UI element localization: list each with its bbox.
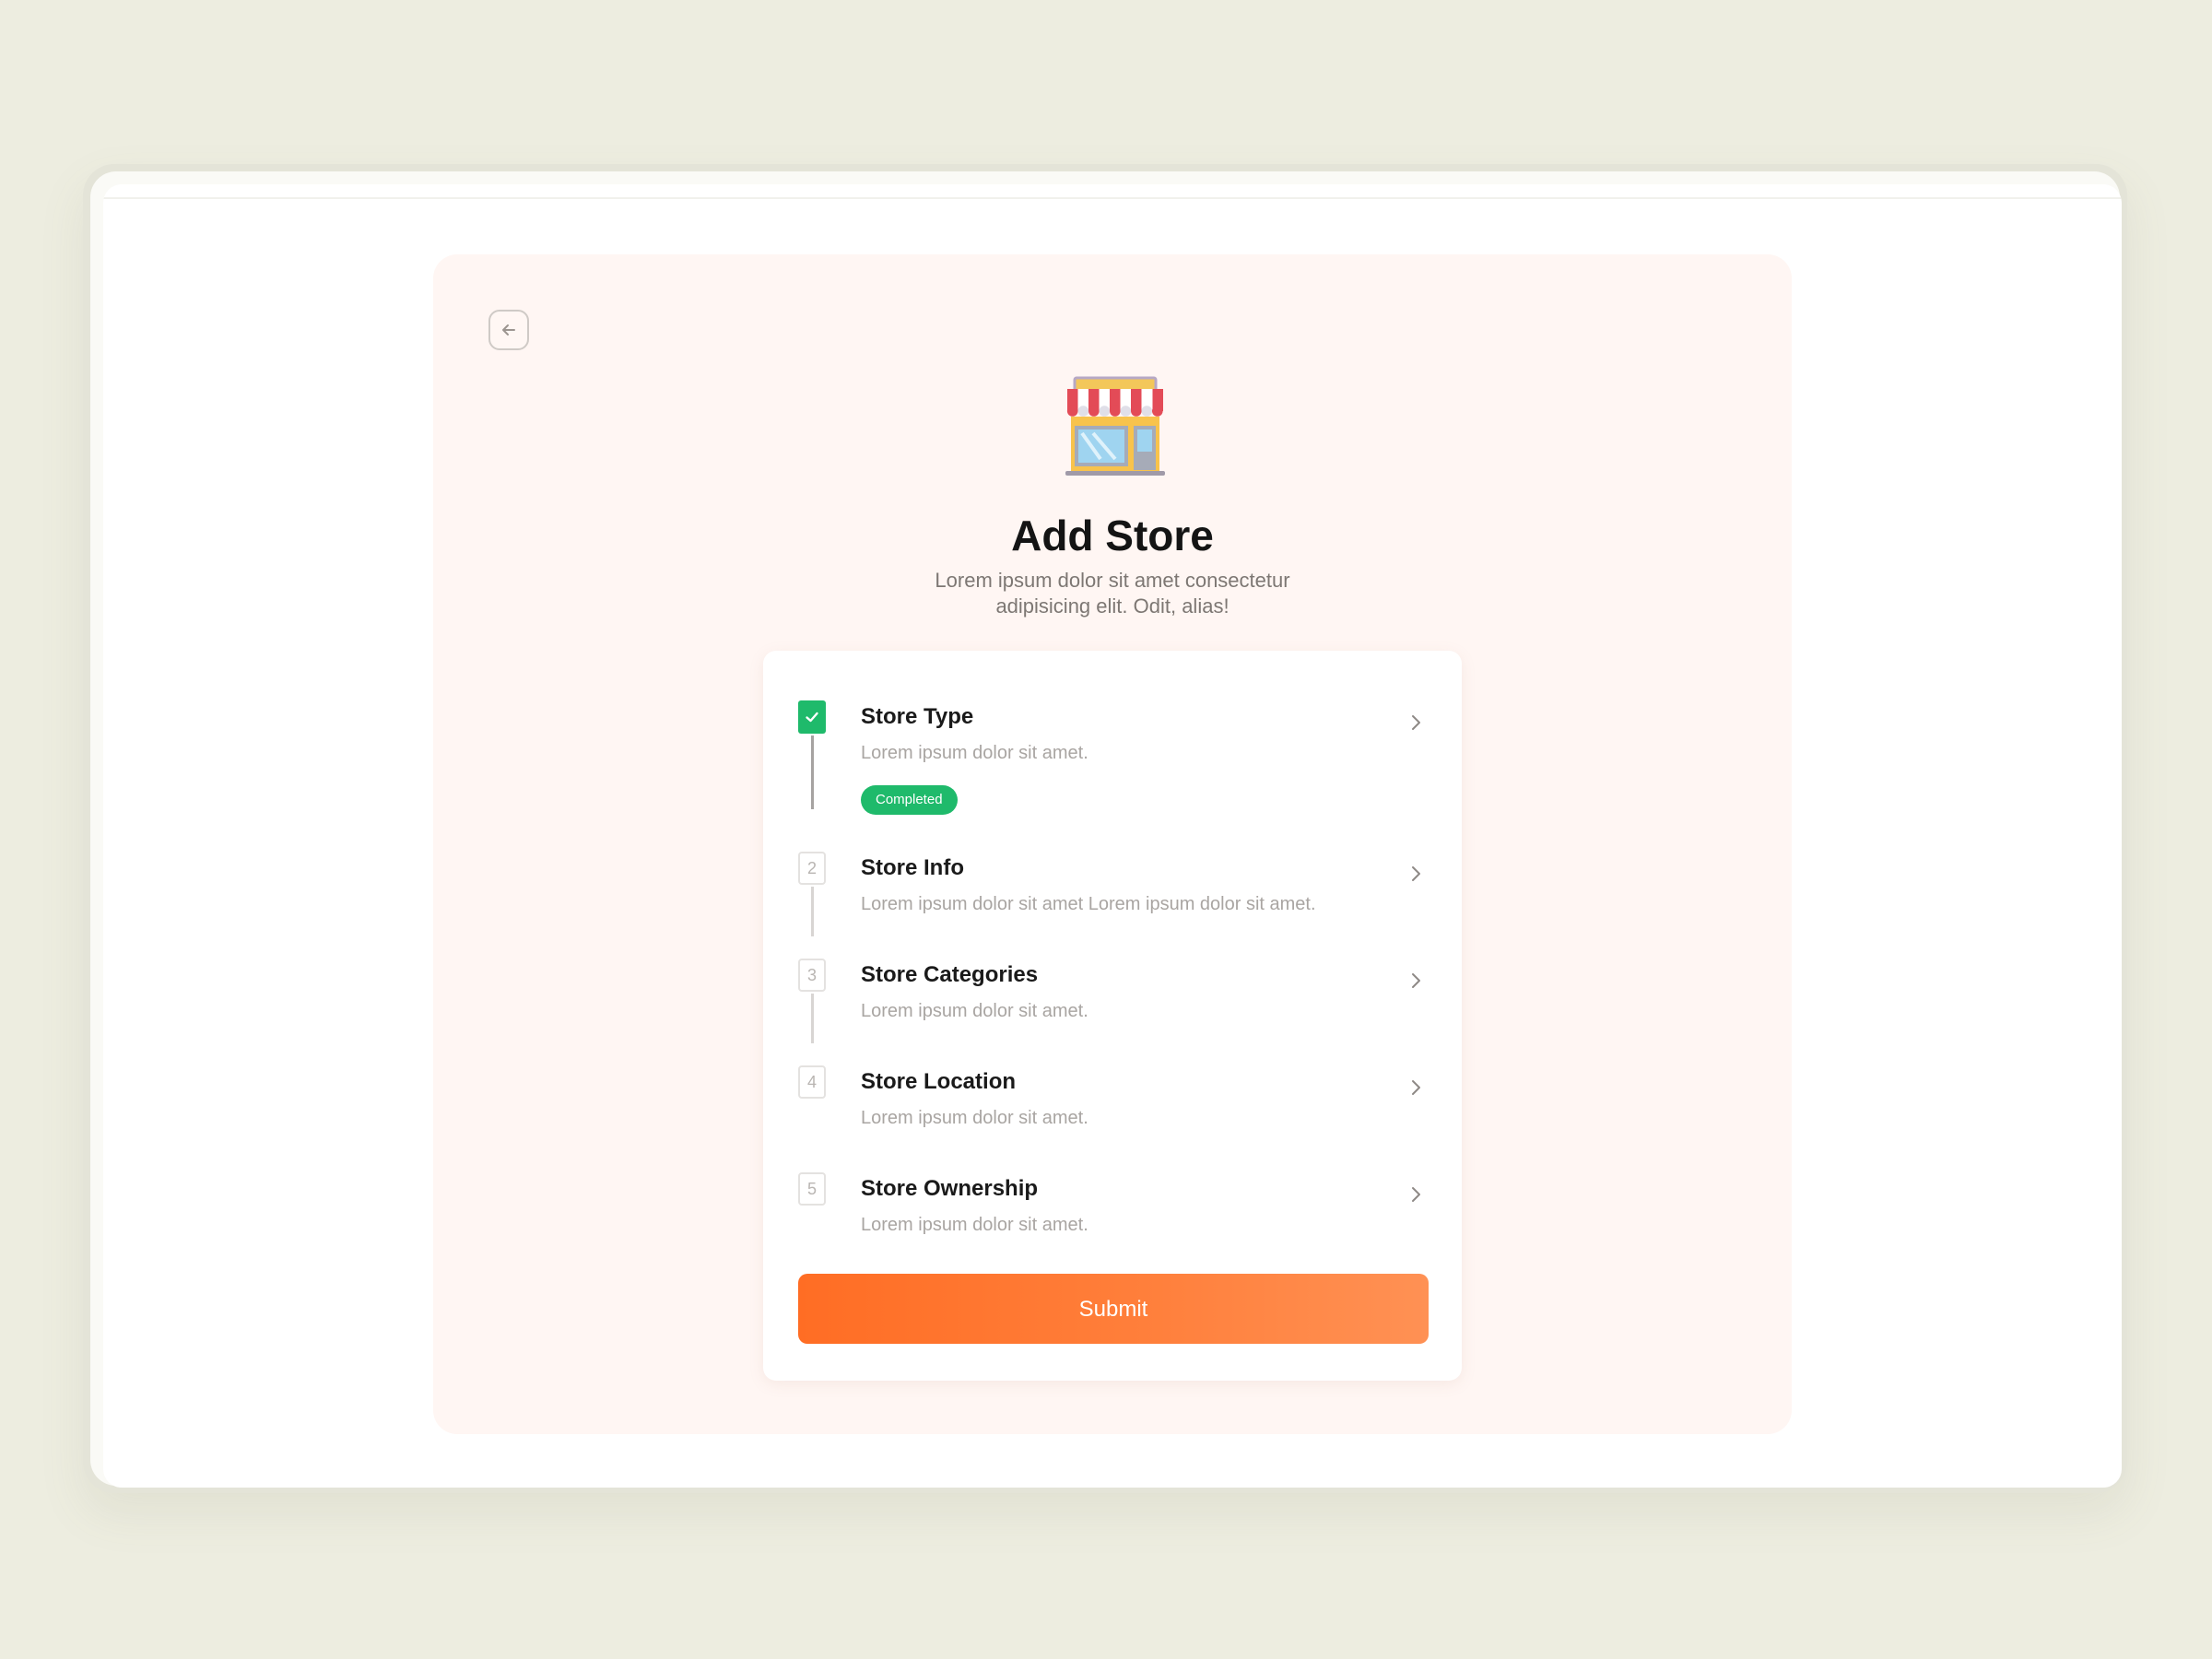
chevron-right-icon <box>1412 1187 1420 1202</box>
step-store-type[interactable]: Store Type Lorem ipsum dolor sit amet. C… <box>763 651 1462 815</box>
step-title: Store Ownership <box>861 1176 1039 1201</box>
arrow-left-icon <box>502 324 515 335</box>
chevron-right-icon <box>1412 715 1420 730</box>
step-store-ownership[interactable]: 5 Store Ownership Lorem ipsum dolor sit … <box>763 1128 1462 1235</box>
step-number: 3 <box>798 959 826 992</box>
subtitle-line-2: adipisicing elit. Odit, alias! <box>995 594 1230 618</box>
page-subtitle: Lorem ipsum dolor sit amet consectetur a… <box>882 568 1343 619</box>
step-title: Store Location <box>861 1069 1017 1094</box>
check-icon <box>806 712 818 723</box>
step-title: Store Categories <box>861 962 1039 987</box>
step-number: 5 <box>798 1172 826 1206</box>
submit-button[interactable]: Submit <box>798 1274 1429 1344</box>
step-title: Store Info <box>861 855 964 880</box>
app-screen: Add Store Lorem ipsum dolor sit amet con… <box>103 184 2122 1488</box>
step-store-location[interactable]: 4 Store Location Lorem ipsum dolor sit a… <box>763 1021 1462 1128</box>
step-description: Lorem ipsum dolor sit amet. <box>861 743 1088 763</box>
device-frame: Add Store Lorem ipsum dolor sit amet con… <box>83 164 2127 1493</box>
add-store-panel: Add Store Lorem ipsum dolor sit amet con… <box>433 254 1792 1434</box>
step-complete-checkbox <box>798 700 826 734</box>
step-number: 4 <box>798 1065 826 1099</box>
device-bezel: Add Store Lorem ipsum dolor sit amet con… <box>90 171 2122 1488</box>
step-number: 2 <box>798 852 826 885</box>
step-description: Lorem ipsum dolor sit amet. <box>861 1001 1088 1021</box>
step-title: Store Type <box>861 704 974 729</box>
step-store-info[interactable]: 2 Store Info Lorem ipsum dolor sit amet … <box>763 807 1462 936</box>
chevron-right-icon <box>1412 1080 1420 1095</box>
chevron-right-icon <box>1412 866 1420 881</box>
storefront-illustration <box>1065 376 1165 476</box>
top-divider <box>103 197 2122 199</box>
step-description: Lorem ipsum dolor sit amet. <box>861 1108 1088 1128</box>
page-title: Add Store <box>1011 512 1214 559</box>
chevron-right-icon <box>1412 973 1420 988</box>
step-connector <box>811 735 814 809</box>
subtitle-line-1: Lorem ipsum dolor sit amet consectetur <box>935 569 1290 592</box>
step-store-categories[interactable]: 3 Store Categories Lorem ipsum dolor sit… <box>763 914 1462 1043</box>
steps-card: Store Type Lorem ipsum dolor sit amet. C… <box>763 651 1462 1381</box>
back-button[interactable] <box>488 310 529 350</box>
step-description: Lorem ipsum dolor sit amet Lorem ipsum d… <box>861 894 1316 914</box>
step-description: Lorem ipsum dolor sit amet. <box>861 1215 1088 1235</box>
